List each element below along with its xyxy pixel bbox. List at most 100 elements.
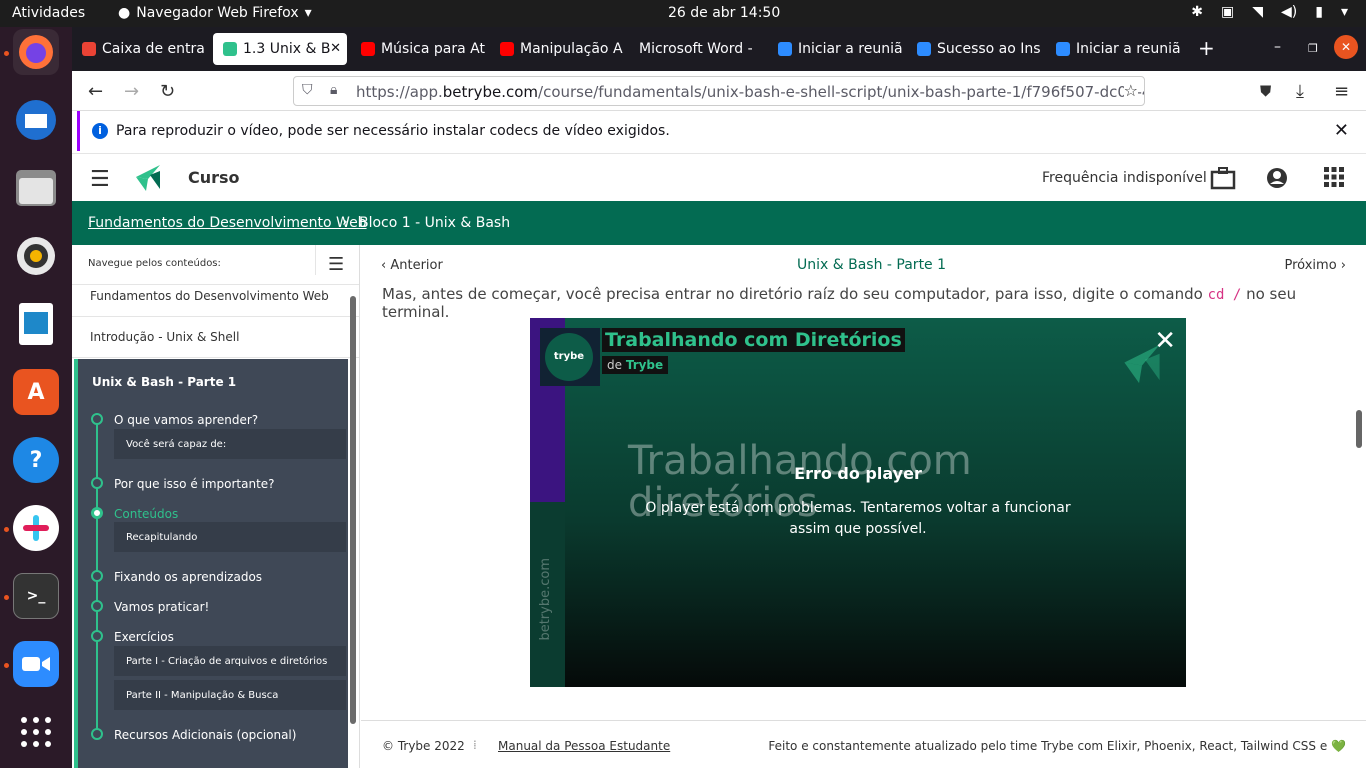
step-vamos-praticar[interactable]: Vamos praticar! bbox=[114, 600, 209, 614]
previous-button[interactable]: ‹ Anterior bbox=[381, 258, 443, 273]
chevron-down-icon: ▾ bbox=[1340, 4, 1348, 20]
tab-zoom-3[interactable]: Iniciar a reuniã bbox=[1046, 33, 1180, 65]
tab-zoom-1[interactable]: Iniciar a reuniã bbox=[768, 33, 902, 65]
footer-divider: ⁞ bbox=[473, 738, 477, 752]
url-bar[interactable]: ⛉ 🔒︎ https://app.betrybe.com/course/fund… bbox=[293, 76, 1145, 106]
substep-parte-1[interactable]: Parte I - Criação de arquivos e diretóri… bbox=[114, 646, 346, 676]
forward-icon[interactable]: → bbox=[124, 81, 139, 102]
tab-unix-bash[interactable]: 1.3 Unix & B ✕ bbox=[213, 33, 347, 65]
next-button[interactable]: Próximo › bbox=[1285, 258, 1347, 273]
briefcase-icon[interactable] bbox=[1210, 166, 1236, 194]
back-icon[interactable]: ← bbox=[88, 81, 103, 102]
trybe-logo[interactable] bbox=[134, 163, 162, 197]
active-section-title[interactable]: Unix & Bash - Parte 1 bbox=[92, 375, 236, 389]
thunderbird-icon[interactable] bbox=[13, 97, 59, 143]
next-label: Próximo bbox=[1284, 258, 1337, 273]
libreoffice-impress-icon[interactable] bbox=[13, 301, 59, 347]
zoom-icon[interactable] bbox=[13, 641, 59, 687]
page-scrollbar[interactable] bbox=[1356, 410, 1362, 448]
firefox-icon[interactable] bbox=[13, 29, 59, 75]
player-error-title: Erro do player bbox=[794, 464, 922, 483]
close-icon[interactable]: ✕ bbox=[1154, 326, 1176, 356]
apps-grid-icon[interactable] bbox=[1324, 167, 1344, 191]
tab-zoom-2[interactable]: Sucesso ao Ins bbox=[907, 33, 1041, 65]
tab-gmail[interactable]: Caixa de entra bbox=[72, 33, 212, 65]
app-menu-icon[interactable]: ≡ bbox=[1334, 81, 1349, 102]
maximize-icon[interactable]: ❐ bbox=[1308, 42, 1318, 55]
video-title[interactable]: Trabalhando com Diretórios bbox=[602, 328, 905, 352]
terminal-icon[interactable]: >_ bbox=[13, 573, 59, 619]
frequency-status[interactable]: Frequência indisponível bbox=[1042, 170, 1207, 186]
trybe-icon bbox=[223, 42, 237, 56]
firefox-icon: ● bbox=[118, 5, 131, 21]
zoom-tray-icon[interactable]: ▣ bbox=[1221, 4, 1234, 20]
gmail-icon bbox=[82, 42, 96, 56]
close-tab-icon[interactable]: ✕ bbox=[330, 41, 341, 56]
minimize-icon[interactable]: – bbox=[1274, 39, 1281, 55]
substep-parte-2[interactable]: Parte II - Manipulação & Busca bbox=[114, 680, 346, 710]
collapse-sidebar-icon[interactable]: ☰ bbox=[315, 245, 344, 275]
app-header: ☰ Curso Frequência indisponível bbox=[72, 153, 1366, 201]
sidebar-item-introducao[interactable]: Introdução - Unix & Shell bbox=[72, 317, 359, 358]
rhythmbox-icon[interactable] bbox=[13, 233, 59, 279]
substep-recapitulando[interactable]: Recapitulando bbox=[114, 522, 346, 552]
tab-label: Iniciar a reuniã bbox=[798, 41, 902, 57]
video-byline: de Trybe bbox=[602, 356, 669, 374]
step-node bbox=[91, 630, 103, 642]
downloads-icon[interactable]: ⤓ bbox=[1296, 81, 1304, 102]
new-tab-icon[interactable]: + bbox=[1198, 36, 1215, 60]
app-menu[interactable]: ● Navegador Web Firefox ▾ bbox=[118, 5, 312, 21]
close-icon[interactable]: ✕ bbox=[1334, 120, 1349, 141]
reload-icon[interactable]: ↻ bbox=[160, 81, 175, 102]
video-player[interactable]: betrybe.com trybe Trabalhando com Diretó… bbox=[530, 318, 1186, 687]
step-o-que-vamos-aprender[interactable]: O que vamos aprender? bbox=[114, 413, 258, 427]
clock[interactable]: 26 de abr 14:50 bbox=[668, 5, 780, 21]
system-tray[interactable]: ✱ ▣ ◥ ◀) ▮ ▾ bbox=[1191, 4, 1348, 20]
tab-label: Microsoft Word - bbox=[639, 41, 753, 57]
url-prefix: https://app. bbox=[356, 83, 443, 101]
step-fixando[interactable]: Fixando os aprendizados bbox=[114, 570, 262, 584]
step-por-que-importante[interactable]: Por que isso é importante? bbox=[114, 477, 275, 491]
gnome-top-bar: Atividades ● Navegador Web Firefox ▾ 26 … bbox=[0, 0, 1366, 27]
tab-bar: Caixa de entra 1.3 Unix & B ✕ Música para… bbox=[72, 27, 1366, 71]
url-domain: betrybe.com bbox=[442, 83, 539, 101]
step-exercicios[interactable]: Exercícios bbox=[114, 630, 174, 644]
lock-icon[interactable]: 🔒︎ bbox=[330, 82, 337, 98]
footer-copyright: © Trybe 2022 bbox=[382, 739, 465, 753]
step-recursos-adicionais[interactable]: Recursos Adicionais (opcional) bbox=[114, 728, 296, 742]
close-window-icon[interactable]: ✕ bbox=[1334, 35, 1358, 59]
app-menu-label: Navegador Web Firefox bbox=[136, 5, 299, 21]
shield-icon[interactable]: ⛉ bbox=[302, 82, 313, 98]
page-footer: © Trybe 2022 ⁞ Manual da Pessoa Estudant… bbox=[361, 720, 1366, 768]
tab-label: 1.3 Unix & B bbox=[243, 41, 331, 57]
substep-voce-sera-capaz[interactable]: Você será capaz de: bbox=[114, 429, 346, 459]
footer-manual-link[interactable]: Manual da Pessoa Estudante bbox=[498, 739, 670, 753]
pocket-icon[interactable]: ⛊ bbox=[1260, 82, 1271, 100]
sidebar-scrollbar[interactable] bbox=[350, 296, 356, 724]
byline-author[interactable]: Trybe bbox=[626, 358, 663, 372]
files-icon[interactable] bbox=[13, 165, 59, 211]
tab-word[interactable]: Microsoft Word - bbox=[629, 33, 763, 65]
tab-label: Música para At bbox=[381, 41, 485, 57]
channel-logo[interactable]: trybe bbox=[540, 328, 600, 386]
tab-manipulacao[interactable]: Manipulação A bbox=[490, 33, 624, 65]
breadcrumb-link-fundamentos[interactable]: Fundamentos do Desenvolvimento Web bbox=[88, 215, 367, 231]
dock: A ? >_ bbox=[0, 27, 72, 768]
breadcrumb: Fundamentos do Desenvolvimento Web › Blo… bbox=[72, 201, 1366, 245]
software-center-icon[interactable]: A bbox=[13, 369, 59, 415]
tab-musica[interactable]: Música para At bbox=[351, 33, 485, 65]
hamburger-menu-icon[interactable]: ☰ bbox=[90, 167, 110, 192]
slack-icon[interactable] bbox=[13, 505, 59, 551]
user-avatar-icon[interactable] bbox=[1266, 167, 1288, 193]
step-conteudos[interactable]: Conteúdos bbox=[114, 507, 178, 521]
wifi-icon: ◥ bbox=[1252, 4, 1264, 20]
sidebar-item-fundamentos[interactable]: Fundamentos do Desenvolvimento Web bbox=[72, 285, 359, 317]
show-apps-icon[interactable] bbox=[13, 709, 59, 755]
activities-button[interactable]: Atividades bbox=[12, 5, 85, 21]
step-node-current bbox=[91, 507, 103, 519]
bookmark-star-icon[interactable]: ☆ bbox=[1123, 81, 1138, 100]
slack-tray-icon[interactable]: ✱ bbox=[1191, 4, 1203, 20]
youtube-icon bbox=[361, 42, 375, 56]
help-icon[interactable]: ? bbox=[13, 437, 59, 483]
battery-icon: ▮ bbox=[1315, 4, 1323, 20]
